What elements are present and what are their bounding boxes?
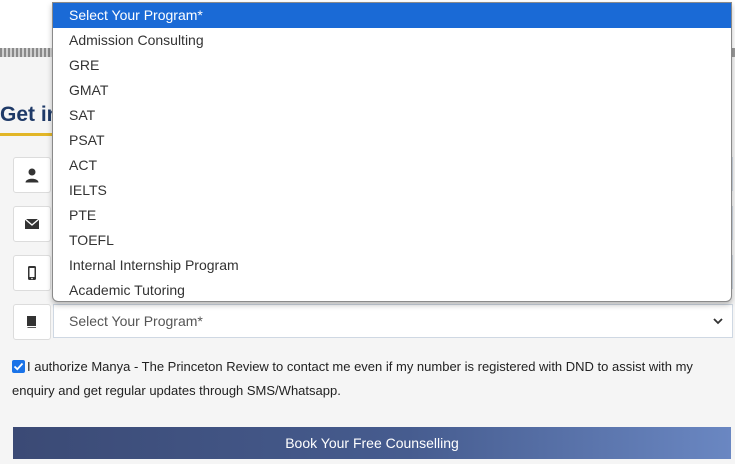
dropdown-option[interactable]: Select Your Program* [53, 3, 731, 28]
consent-block: I authorize Manya - The Princeton Review… [12, 355, 730, 403]
dropdown-option[interactable]: PTE [53, 203, 731, 228]
checkmark-icon [13, 362, 24, 371]
dropdown-option[interactable]: Academic Tutoring [53, 278, 731, 301]
dropdown-option[interactable]: TOEFL [53, 228, 731, 253]
dropdown-option[interactable]: PSAT [53, 128, 731, 153]
program-select-value: Select Your Program* [69, 313, 203, 329]
form-heading: Get in [0, 103, 60, 126]
consent-checkbox[interactable] [12, 360, 25, 373]
mobile-phone-icon [28, 266, 36, 280]
book-icon [26, 316, 36, 328]
book-counselling-button[interactable]: Book Your Free Counselling [13, 427, 731, 459]
consent-text: I authorize Manya - The Princeton Review… [12, 359, 693, 398]
dropdown-option[interactable]: GRE [53, 53, 731, 78]
dropdown-option[interactable]: Admission Consulting [53, 28, 731, 53]
dropdown-option[interactable]: SAT [53, 103, 731, 128]
program-field-icon-box [13, 304, 51, 340]
chevron-down-icon [713, 318, 723, 325]
dropdown-option[interactable]: GMAT [53, 78, 731, 103]
dropdown-option[interactable]: IELTS [53, 178, 731, 203]
heading-underline [0, 133, 53, 136]
program-dropdown-list[interactable]: Select Your Program* Admission Consulting… [52, 2, 732, 302]
program-select[interactable]: Select Your Program* [53, 304, 733, 338]
dropdown-option[interactable]: Internal Internship Program [53, 253, 731, 278]
name-field-icon-box [13, 157, 51, 193]
phone-field-icon-box [13, 255, 51, 291]
user-icon [25, 168, 39, 183]
email-field-icon-box [13, 206, 51, 242]
dropdown-option[interactable]: ACT [53, 153, 731, 178]
envelope-icon [24, 218, 40, 229]
banner-image-left [0, 48, 60, 57]
